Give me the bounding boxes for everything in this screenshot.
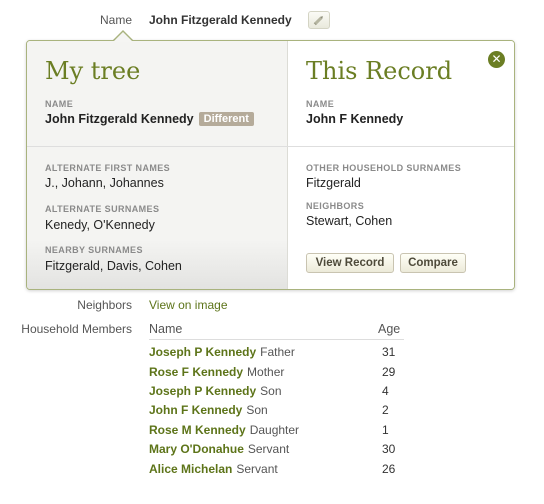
header-divider [149, 339, 404, 340]
member-name-link[interactable]: Joseph P Kennedy [149, 384, 256, 398]
comparison-popover: My tree NAME John Fitzgerald Kennedy Diff… [26, 40, 515, 290]
member-age: 30 [382, 442, 396, 456]
member-name-link[interactable]: Joseph P Kennedy [149, 345, 256, 359]
member-age: 31 [382, 345, 396, 359]
member-name-link[interactable]: Rose M Kennedy [149, 423, 246, 437]
alternate-surnames-value: Kenedy, O'Kennedy [45, 218, 155, 232]
household-members-label: Household Members [21, 322, 132, 336]
nearby-surnames-value: Fitzgerald, Davis, Cohen [45, 259, 182, 273]
section-divider [27, 146, 514, 147]
neighbors-label: NEIGHBORS [306, 201, 365, 211]
member-age: 26 [382, 462, 396, 476]
household-member-row: Joseph P Kennedy Father 31 [149, 345, 404, 365]
other-household-surnames-label: OTHER HOUSEHOLD SURNAMES [306, 163, 462, 173]
nearby-surnames-label: NEARBY SURNAMES [45, 245, 143, 255]
pencil-icon [313, 16, 323, 26]
household-member-row: Rose M Kennedy Daughter 1 [149, 423, 404, 443]
member-relation: Son [260, 384, 282, 398]
member-name-link[interactable]: John F Kennedy [149, 403, 242, 417]
my-tree-panel: My tree NAME John Fitzgerald Kennedy Diff… [27, 41, 288, 289]
member-age: 4 [382, 384, 389, 398]
member-name-link[interactable]: Rose F Kennedy [149, 365, 243, 379]
household-member-row: John F Kennedy Son 2 [149, 403, 404, 423]
tree-name-label: NAME [45, 99, 74, 109]
alternate-first-names-value: J., Johann, Johannes [45, 176, 164, 190]
member-name-link[interactable]: Alice Michelan [149, 462, 232, 476]
this-record-title: This Record [306, 57, 453, 85]
different-badge: Different [198, 112, 254, 126]
my-tree-title: My tree [45, 57, 141, 85]
alternate-surnames-label: ALTERNATE SURNAMES [45, 204, 160, 214]
name-field-value: John Fitzgerald Kennedy [149, 13, 292, 27]
close-popover-button[interactable]: ✕ [488, 51, 505, 68]
edit-name-button[interactable] [308, 11, 330, 29]
neighbors-row-label: Neighbors [77, 298, 132, 312]
member-relation: Mother [247, 365, 285, 379]
this-record-panel: This Record ✕ NAME John F Kennedy OTHER … [288, 41, 514, 289]
member-relation: Father [260, 345, 295, 359]
name-field-label: Name [99, 13, 132, 27]
member-age: 29 [382, 365, 396, 379]
tree-name-value: John Fitzgerald Kennedy [45, 112, 194, 126]
view-record-button[interactable]: View Record [306, 253, 394, 273]
record-name-label: NAME [306, 99, 335, 109]
member-relation: Servant [247, 442, 290, 456]
household-member-row: Alice Michelan Servant 26 [149, 462, 404, 482]
member-relation: Daughter [249, 423, 300, 437]
tree-name-row: John Fitzgerald Kennedy Different [45, 112, 254, 126]
column-header-name: Name [149, 322, 183, 336]
neighbors-value: Stewart, Cohen [306, 214, 393, 228]
compare-button[interactable]: Compare [400, 253, 466, 273]
member-age: 1 [382, 423, 389, 437]
member-name-link[interactable]: Mary O'Donahue [149, 442, 244, 456]
household-member-row: Rose F Kennedy Mother 29 [149, 365, 404, 385]
household-member-row: Joseph P Kennedy Son 4 [149, 384, 404, 404]
column-header-age: Age [378, 322, 401, 336]
member-relation: Servant [236, 462, 278, 476]
household-member-row: Mary O'Donahue Servant 30 [149, 442, 404, 462]
member-relation: Son [246, 403, 268, 417]
popover-caret-fill [113, 32, 133, 42]
alternate-first-names-label: ALTERNATE FIRST NAMES [45, 163, 171, 173]
member-age: 2 [382, 403, 389, 417]
close-icon: ✕ [491, 52, 502, 66]
record-name-value: John F Kennedy [306, 112, 404, 126]
other-household-surnames-value: Fitzgerald [306, 176, 361, 190]
view-on-image-link[interactable]: View on image [149, 298, 228, 312]
